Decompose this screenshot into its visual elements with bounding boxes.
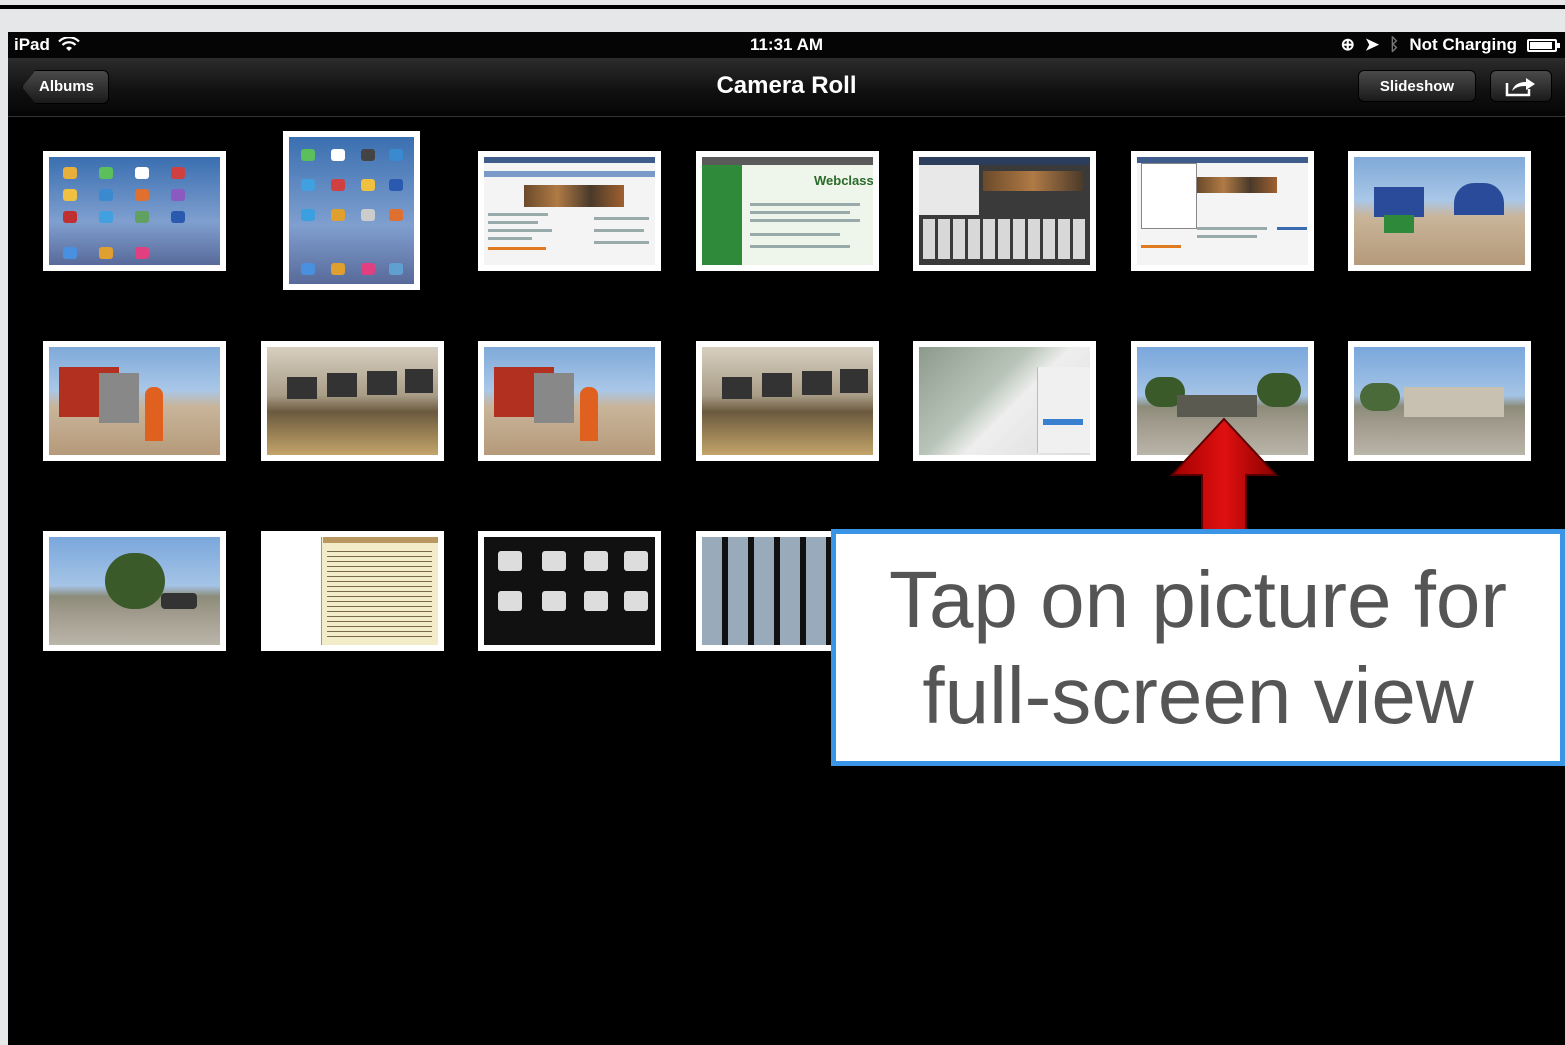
photo-thumbnail[interactable] xyxy=(261,341,444,461)
charging-status: Not Charging xyxy=(1409,35,1517,54)
webclass-screenshot: Webclass xyxy=(702,157,873,265)
photo-thumbnail[interactable] xyxy=(478,341,661,461)
battery-fill xyxy=(1530,41,1552,49)
home-screen-portrait-screenshot xyxy=(289,137,414,284)
status-right: ⊕ ➤ ᛒ Not Charging xyxy=(1340,35,1560,55)
photo-thumbnail[interactable] xyxy=(283,131,420,290)
photo-thumbnail[interactable] xyxy=(261,531,444,651)
photo-thumbnail[interactable] xyxy=(696,341,879,461)
instruction-callout: Tap on picture for full-screen view xyxy=(831,529,1565,766)
callout-line-2: full-screen view xyxy=(922,651,1474,740)
page-title: Camera Roll xyxy=(716,72,857,99)
photo-thumbnail[interactable] xyxy=(43,341,226,461)
photo-thumbnail[interactable]: Webclass xyxy=(696,151,879,271)
keyboard-screenshot xyxy=(919,157,1090,265)
photo-thumbnail[interactable] xyxy=(43,531,226,651)
computer-lab-photo xyxy=(702,347,873,455)
status-time: 11:31 AM xyxy=(749,35,824,54)
bluetooth-icon: ᛒ xyxy=(1389,35,1400,54)
photo-thumbnail[interactable] xyxy=(478,531,661,651)
app-folders-screenshot xyxy=(484,537,655,645)
photo-thumbnail[interactable] xyxy=(478,151,661,271)
location-icon: ➤ xyxy=(1364,35,1380,54)
maps-screenshot xyxy=(919,347,1090,455)
callout-line-1: Tap on picture for xyxy=(888,555,1508,644)
notes-screenshot xyxy=(267,537,438,645)
status-bar: iPad 11:31 AM ⊕ ➤ ᛒ Not Charging xyxy=(8,32,1565,58)
home-screen-screenshot xyxy=(49,157,220,265)
playground-photo xyxy=(1354,157,1525,265)
photo-thumbnail[interactable] xyxy=(1131,151,1314,271)
computer-lab-photo xyxy=(267,347,438,455)
photo-thumbnail[interactable] xyxy=(913,151,1096,271)
slideshow-button[interactable]: Slideshow xyxy=(1358,70,1476,102)
webclass-title: Webclass xyxy=(814,173,873,188)
top-border-line xyxy=(0,5,1565,9)
share-button[interactable] xyxy=(1490,70,1552,102)
share-icon xyxy=(1505,78,1535,97)
battery-icon xyxy=(1527,38,1560,52)
playground-photo xyxy=(49,347,220,455)
ipad-screen: iPad 11:31 AM ⊕ ➤ ᛒ Not Charging Albums … xyxy=(8,32,1565,1045)
bookmarks-screenshot xyxy=(1137,157,1308,265)
playground-photo xyxy=(484,347,655,455)
rotation-lock-icon: ⊕ xyxy=(1340,35,1355,54)
navigation-bar: Albums Camera Roll Slideshow xyxy=(8,58,1565,117)
photo-thumbnail[interactable] xyxy=(1348,341,1531,461)
website-screenshot xyxy=(484,157,655,265)
photo-thumbnail[interactable] xyxy=(913,341,1096,461)
photo-thumbnail[interactable] xyxy=(43,151,226,271)
photo-thumbnail[interactable] xyxy=(1348,151,1531,271)
tree-parking-photo xyxy=(49,537,220,645)
red-up-arrow-icon xyxy=(1169,417,1279,546)
school-building-photo xyxy=(1354,347,1525,455)
